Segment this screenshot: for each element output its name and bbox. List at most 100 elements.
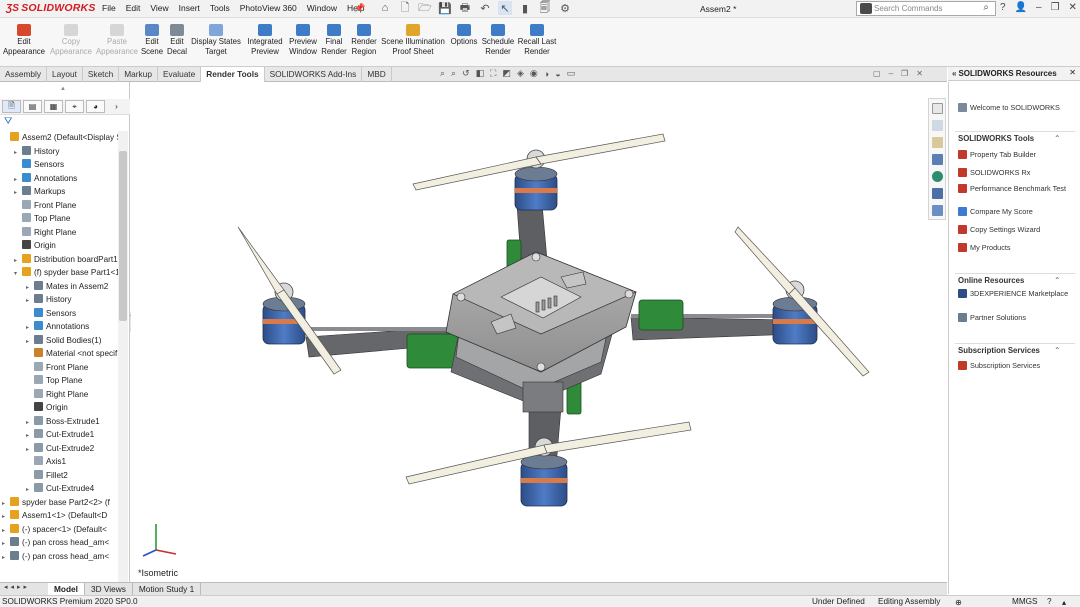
panel-more-icon[interactable]: ›: [107, 100, 126, 113]
user-icon[interactable]: 👤: [1015, 2, 1027, 13]
save-icon[interactable]: 💾: [438, 1, 452, 15]
tools-section-header[interactable]: SOLIDWORKS Tools ⌃: [958, 134, 1061, 143]
search-icon[interactable]: ⌕: [983, 2, 989, 13]
menu-item-tools[interactable]: Tools: [210, 3, 230, 13]
previous-view-icon[interactable]: ↺: [462, 68, 470, 79]
resource-link[interactable]: 3DEXPERIENCE Marketplace: [958, 289, 1070, 298]
bottom-tab-motion-study-1[interactable]: Motion Study 1: [133, 583, 202, 595]
options-gear-icon[interactable]: ⚙: [558, 1, 572, 15]
view-palette-tab-icon[interactable]: [932, 154, 943, 165]
tab-sketch[interactable]: Sketch: [83, 67, 120, 82]
solidworks-logo[interactable]: ƷS SOLIDWORKS: [6, 2, 96, 14]
tree-item[interactable]: Right Plane: [0, 226, 118, 240]
new-document-icon[interactable]: 🗋: [398, 1, 412, 15]
tree-item[interactable]: Top Plane: [0, 374, 118, 388]
tab-layout[interactable]: Layout: [47, 67, 83, 82]
configuration-manager-tab-icon[interactable]: ▦: [44, 100, 63, 113]
tree-item[interactable]: ▸ History: [0, 293, 118, 307]
menu-item-photoview-360[interactable]: PhotoView 360: [240, 3, 297, 13]
tree-item[interactable]: ▸ Cut-Extrude4: [0, 482, 118, 496]
zoom-to-area-icon[interactable]: ⌕: [451, 68, 456, 79]
dynamic-annotation-icon[interactable]: ⛶: [490, 68, 496, 79]
tree-item[interactable]: ▸ Assem1<1> (Default<D: [0, 509, 118, 523]
tree-vertical-scrollbar[interactable]: [118, 131, 128, 583]
chevron-up-icon[interactable]: ⌃: [1054, 276, 1061, 285]
solidworks-forum-tab-icon[interactable]: [932, 205, 943, 216]
tree-item[interactable]: Top Plane: [0, 212, 118, 226]
tree-item[interactable]: ▸ Cut-Extrude2: [0, 442, 118, 456]
tree-item[interactable]: ▸ Annotations: [0, 172, 118, 186]
tree-item[interactable]: ▸ Mates in Assem2: [0, 280, 118, 294]
view-settings-icon[interactable]: ▭: [567, 68, 576, 79]
tree-item[interactable]: ▸ Boss-Extrude1: [0, 415, 118, 429]
edit-appearance-icon[interactable]: ◑: [544, 69, 549, 79]
minimize-icon[interactable]: –: [1036, 2, 1042, 13]
help-icon[interactable]: ?: [1000, 2, 1006, 13]
subscription-section-header[interactable]: Subscription Services ⌃: [958, 346, 1061, 355]
search-commands-field[interactable]: Search Commands ⌕: [856, 1, 996, 16]
design-library-tab-icon[interactable]: [932, 120, 943, 131]
resources-tab-icon[interactable]: [932, 103, 943, 114]
restore-icon[interactable]: ❐: [1051, 2, 1060, 13]
menu-item-insert[interactable]: Insert: [179, 3, 200, 13]
panel-collapse-up-icon[interactable]: ▲: [60, 86, 66, 92]
pane-close-icon[interactable]: ✕: [1069, 68, 1076, 77]
resource-link[interactable]: SOLIDWORKS Rx: [958, 168, 1070, 177]
custom-properties-tab-icon[interactable]: [932, 188, 943, 199]
tab-markup[interactable]: Markup: [119, 67, 158, 82]
viewport-expand-icon[interactable]: ▢: [873, 69, 881, 78]
bottom-tab-3d-views[interactable]: 3D Views: [85, 583, 133, 595]
tree-item[interactable]: Sensors: [0, 158, 118, 172]
display-style-icon[interactable]: ◈: [517, 68, 524, 79]
tree-item[interactable]: Front Plane: [0, 199, 118, 213]
resource-link[interactable]: Performance Benchmark Test: [958, 184, 1070, 193]
tab-assembly[interactable]: Assembly: [0, 67, 47, 82]
rebuild-status-icon[interactable]: ⊕: [955, 597, 962, 607]
display-manager-tab-icon[interactable]: ◕: [86, 100, 105, 113]
menu-item-edit[interactable]: Edit: [126, 3, 141, 13]
open-folder-icon[interactable]: 🗁: [418, 1, 432, 15]
zoom-to-fit-icon[interactable]: ⌕: [440, 68, 445, 79]
tree-item[interactable]: Sensors: [0, 307, 118, 321]
tree-item[interactable]: Front Plane: [0, 361, 118, 375]
resource-link[interactable]: Copy Settings Wizard: [958, 225, 1070, 234]
help-status-icon[interactable]: ?: [1047, 597, 1052, 606]
expand-status-icon[interactable]: ▴: [1062, 597, 1066, 607]
print-icon[interactable]: 🖶: [458, 1, 472, 15]
tree-item[interactable]: ▸ (-) spacer<1> (Default<: [0, 523, 118, 537]
tab-mbd[interactable]: MBD: [362, 67, 392, 82]
tree-item[interactable]: ▾ (f) spyder base Part1<1>: [0, 266, 118, 280]
chevron-up-icon[interactable]: ⌃: [1054, 346, 1061, 355]
tab-render-tools[interactable]: Render Tools: [201, 67, 265, 82]
scrollbar-thumb[interactable]: [119, 151, 127, 321]
select-pointer-icon[interactable]: ↖: [498, 1, 512, 15]
graphics-area[interactable]: [131, 82, 946, 582]
property-manager-tab-icon[interactable]: ▤: [23, 100, 42, 113]
resource-link[interactable]: Subscription Services: [958, 361, 1070, 370]
home-icon[interactable]: ⌂: [378, 1, 392, 15]
tab-solidworks-add-ins[interactable]: SOLIDWORKS Add-Ins: [265, 67, 363, 82]
tab-evaluate[interactable]: Evaluate: [158, 67, 202, 82]
file-properties-icon[interactable]: 🗐: [538, 1, 552, 15]
tree-item[interactable]: Origin: [0, 401, 118, 415]
tree-item[interactable]: ▸ Annotations: [0, 320, 118, 334]
command-recall-last-render[interactable]: Recall Last Render: [505, 24, 569, 57]
quadcopter-model[interactable]: [131, 82, 946, 582]
resource-link[interactable]: Compare My Score: [958, 207, 1070, 216]
tree-item[interactable]: Assem2 (Default<Display S: [0, 131, 118, 145]
apply-scene-icon[interactable]: ◒: [555, 69, 560, 79]
tree-item[interactable]: Material <not specif: [0, 347, 118, 361]
online-section-header[interactable]: Online Resources ⌃: [958, 276, 1061, 285]
tree-item[interactable]: ▸ (-) pan cross head_am<: [0, 550, 118, 564]
undo-icon[interactable]: ↶: [478, 1, 492, 15]
tree-item[interactable]: Origin: [0, 239, 118, 253]
section-view-icon[interactable]: ◧: [476, 68, 485, 79]
tree-item[interactable]: ▸ History: [0, 145, 118, 159]
hide-show-items-icon[interactable]: ◉: [530, 68, 538, 79]
menu-item-window[interactable]: Window: [307, 3, 337, 13]
collapse-pane-icon[interactable]: «: [952, 69, 956, 78]
close-icon[interactable]: ✕: [1069, 2, 1077, 13]
pin-menu-icon[interactable]: 📌: [354, 3, 365, 14]
tree-item[interactable]: ▸ spyder base Part2<2> (f: [0, 496, 118, 510]
tree-item[interactable]: ▸ Cut-Extrude1: [0, 428, 118, 442]
